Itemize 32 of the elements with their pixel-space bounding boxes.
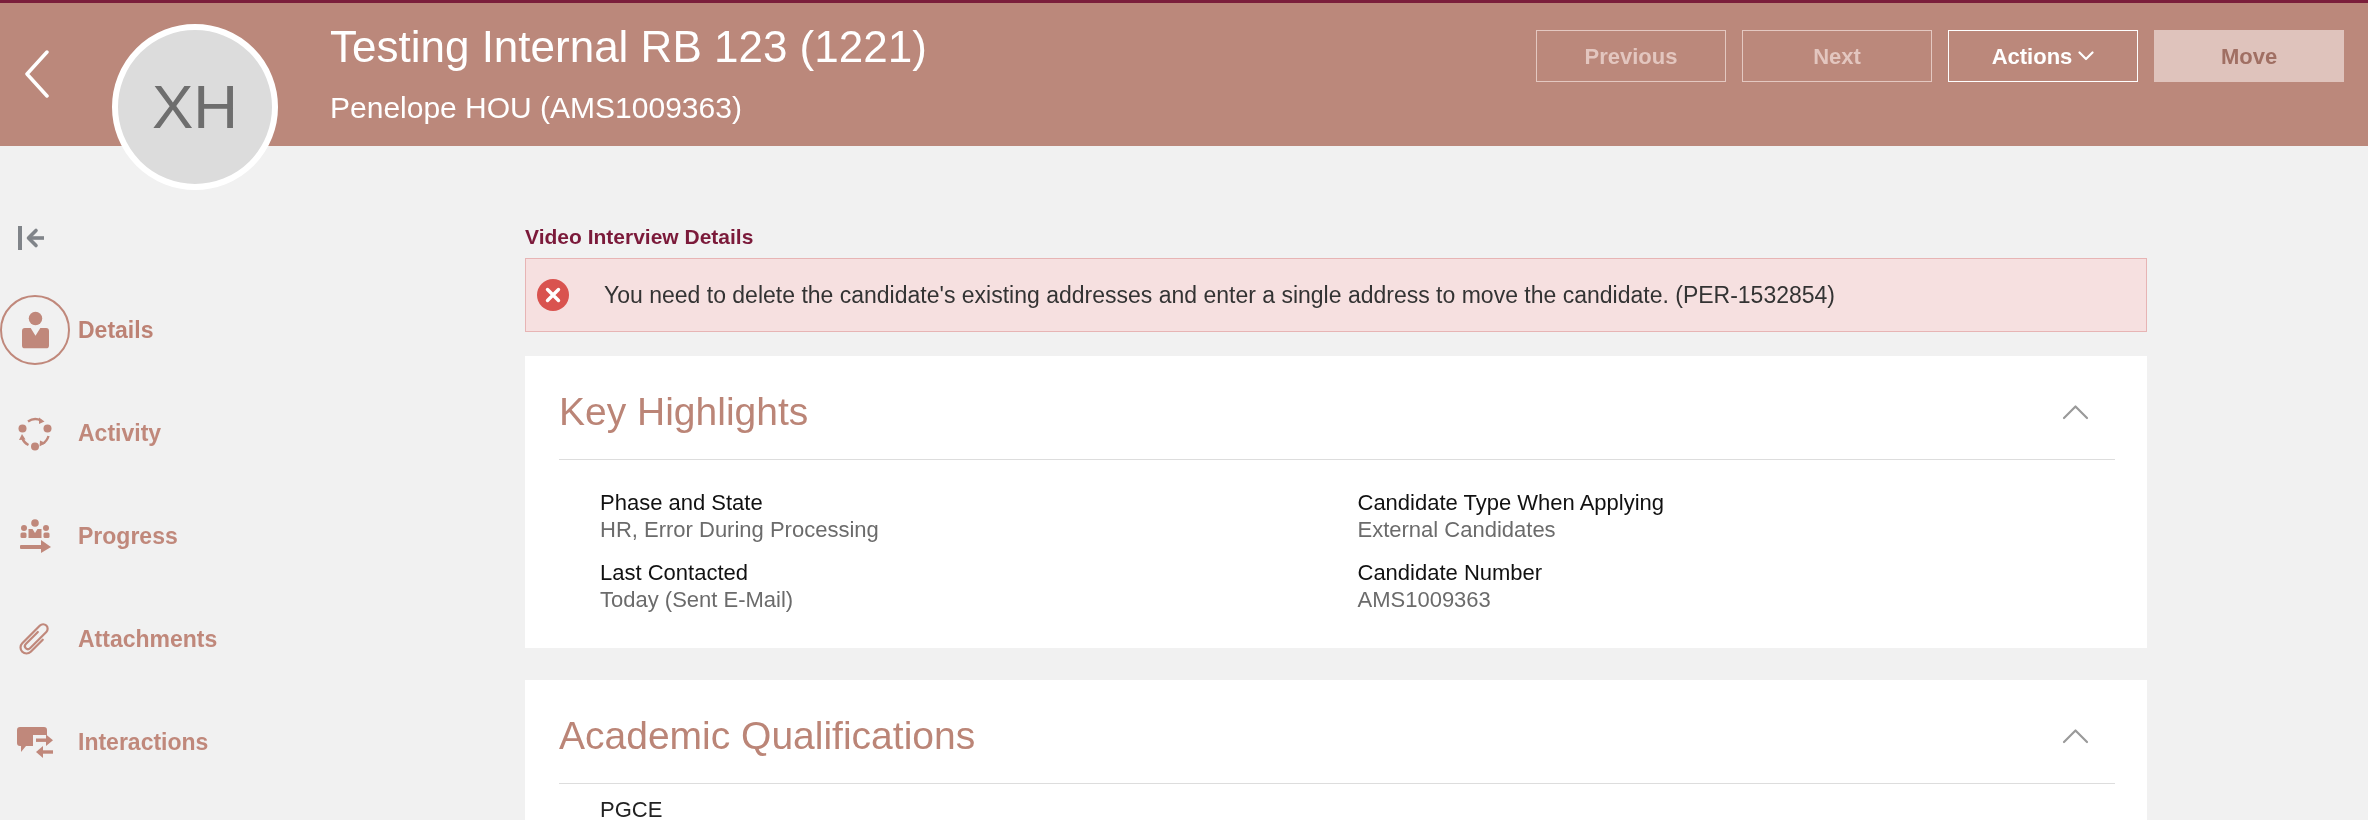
avatar: XH bbox=[112, 24, 278, 190]
sidebar-item[interactable]: Attachments bbox=[0, 604, 218, 674]
sidebar-item[interactable]: Activity bbox=[0, 398, 162, 468]
sidebar-item[interactable]: Interactions bbox=[0, 707, 209, 777]
header-button[interactable]: Actions bbox=[1948, 30, 2138, 82]
person-icon bbox=[0, 295, 70, 365]
field-label: Phase and State bbox=[600, 489, 763, 516]
section-title: Key Highlights bbox=[559, 389, 809, 435]
chevron-up-icon[interactable] bbox=[2062, 727, 2089, 744]
sidebar-item[interactable]: Progress bbox=[0, 501, 178, 571]
chevron-left-icon[interactable] bbox=[24, 50, 50, 98]
field-label: Candidate Number bbox=[1357, 559, 1543, 586]
field-label: Last Contacted bbox=[600, 559, 748, 586]
people-arrow-icon bbox=[19, 519, 51, 553]
field-value: HR, Error During Processing bbox=[600, 516, 879, 543]
page-title: Testing Internal RB 123 (1221) bbox=[330, 25, 927, 69]
error-message: You need to delete the candidate's existing addresses and enter a single address to move the candidate. (PER-1532854) bbox=[604, 280, 1836, 310]
sidebar-item[interactable]: Details bbox=[0, 295, 154, 365]
section-link[interactable]: Video Interview Details bbox=[525, 225, 754, 249]
cycle-icon bbox=[18, 415, 52, 451]
field-value: Today (Sent E-Mail) bbox=[600, 586, 794, 613]
chevron-up-icon[interactable] bbox=[2062, 403, 2089, 420]
caret-down-icon bbox=[2078, 51, 2095, 61]
candidate-name: Penelope HOU (AMS1009363) bbox=[330, 93, 742, 123]
collapse-sidebar-icon[interactable] bbox=[18, 226, 45, 250]
field-value: AMS1009363 bbox=[1357, 586, 1491, 613]
field-label: Candidate Type When Applying bbox=[1357, 489, 1665, 516]
field-value: External Candidates bbox=[1357, 516, 1556, 543]
section-title: Academic Qualifications bbox=[559, 713, 976, 759]
qualification-title: PGCE bbox=[600, 796, 663, 820]
chat-arrows-icon bbox=[17, 726, 53, 758]
error-icon bbox=[537, 279, 569, 311]
